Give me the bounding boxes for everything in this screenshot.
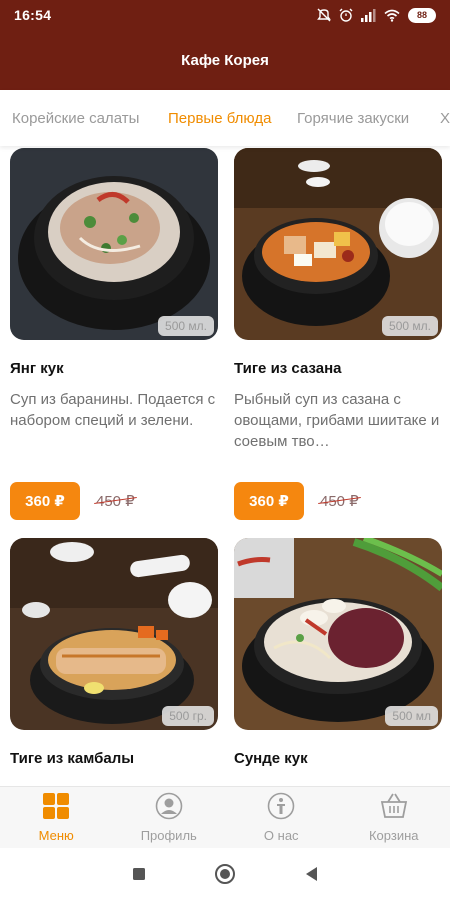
product-image[interactable]: 500 мл — [234, 538, 442, 730]
status-bar: 16:54 88 — [0, 0, 450, 30]
product-card[interactable]: 500 мл Сунде кук — [234, 538, 442, 767]
old-price: 450 ₽ — [320, 493, 359, 510]
product-card[interactable]: 500 гр. Тиге из камбалы — [10, 538, 218, 767]
product-name: Тиге из камбалы — [10, 750, 135, 767]
portion-badge: 500 мл — [385, 706, 438, 726]
menu-grid-icon — [42, 792, 70, 823]
status-time: 16:54 — [14, 7, 52, 23]
back-button[interactable] — [304, 866, 318, 882]
portion-badge: 500 мл. — [158, 316, 214, 336]
recents-button[interactable] — [132, 867, 146, 881]
status-icons: 88 — [317, 7, 436, 23]
product-image[interactable]: 500 мл. — [234, 148, 442, 340]
nav-profile[interactable]: Профиль — [113, 787, 226, 848]
product-image[interactable]: 500 гр. — [10, 538, 218, 730]
system-navigation — [0, 848, 450, 900]
old-price: 450 ₽ — [96, 493, 135, 510]
nav-cart-label: Корзина — [368, 828, 419, 843]
cart-icon — [379, 792, 409, 823]
about-icon — [267, 792, 295, 823]
nav-about[interactable]: О нас — [225, 787, 338, 848]
product-name: Тиге из сазана — [234, 360, 342, 377]
tab-first-courses[interactable]: Первые блюда — [168, 110, 271, 127]
product-name: Янг кук — [10, 360, 64, 377]
page-title: Кафе Корея — [181, 51, 269, 69]
home-button[interactable] — [214, 863, 236, 885]
price-button[interactable]: 360 ₽ — [234, 482, 304, 520]
product-grid: 500 мл. Янг кук Суп из баранины. Подаетс… — [0, 146, 450, 786]
price-button[interactable]: 360 ₽ — [10, 482, 80, 520]
nav-about-label: О нас — [263, 828, 299, 843]
nav-profile-label: Профиль — [140, 828, 197, 843]
tab-korean-salads[interactable]: Корейские салаты — [12, 110, 139, 127]
dnd-icon — [317, 8, 331, 22]
tab-next[interactable]: Хо — [440, 110, 450, 127]
product-card[interactable]: 500 мл. Янг кук Суп из баранины. Подаетс… — [10, 148, 218, 520]
price-row: 360 ₽ 450 ₽ — [10, 482, 218, 520]
wifi-icon — [384, 9, 400, 22]
app-bar: Кафе Корея — [0, 30, 450, 90]
price-row: 360 ₽ 450 ₽ — [234, 482, 442, 520]
profile-icon — [155, 792, 183, 823]
portion-badge: 500 мл. — [382, 316, 438, 336]
product-image[interactable]: 500 мл. — [10, 148, 218, 340]
product-card[interactable]: 500 мл. Тиге из сазана Рыбный суп из саз… — [234, 148, 442, 520]
category-tabs: Корейские салаты Первые блюда Горячие за… — [0, 90, 450, 146]
bottom-navigation: Меню Профиль О нас Корзина — [0, 786, 450, 848]
product-description: Рыбный суп из сазана с овощами, грибами … — [234, 391, 440, 450]
product-description: Суп из баранины. Подается с набором спец… — [10, 391, 216, 429]
portion-badge: 500 гр. — [162, 706, 214, 726]
product-name: Сунде кук — [234, 750, 308, 767]
signal-icon — [361, 8, 376, 22]
battery-icon: 88 — [408, 7, 436, 23]
nav-menu-label: Меню — [38, 828, 74, 843]
tab-hot-appetizers[interactable]: Горячие закуски — [297, 110, 409, 127]
alarm-icon — [339, 8, 353, 22]
nav-cart[interactable]: Корзина — [338, 787, 450, 848]
nav-menu[interactable]: Меню — [0, 787, 113, 848]
